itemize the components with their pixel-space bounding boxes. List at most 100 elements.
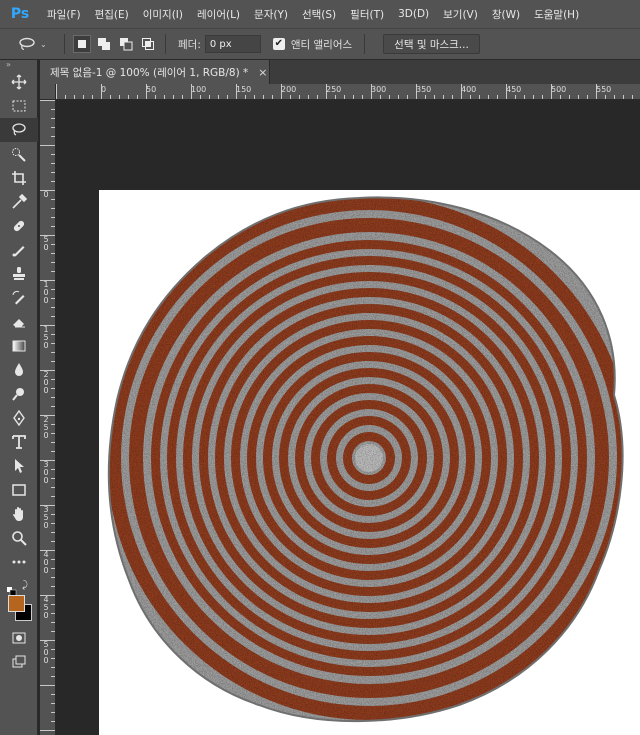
eyedropper-tool[interactable] (0, 190, 38, 214)
intersect-selection-button[interactable] (140, 36, 156, 52)
move-tool[interactable] (0, 70, 38, 94)
ruler-label: 450 (506, 85, 522, 94)
foreground-color-swatch[interactable] (8, 595, 25, 612)
lasso-icon (19, 37, 35, 51)
menu-filter[interactable]: 필터(T) (343, 7, 391, 22)
quick-select-tool[interactable] (0, 142, 38, 166)
menu-view[interactable]: 보기(V) (436, 7, 485, 22)
rectangle-tool[interactable] (0, 478, 38, 502)
ruler-label: 350 (416, 85, 432, 94)
rectangle-icon (12, 484, 26, 496)
new-selection-button[interactable] (73, 35, 91, 53)
ruler-label: 3 5 0 (43, 505, 49, 530)
antialias-checkbox[interactable]: ✔ (272, 38, 285, 50)
close-icon[interactable]: × (258, 66, 267, 79)
screen-mode-icon (12, 655, 26, 668)
menu-layer[interactable]: 레이어(L) (190, 7, 247, 22)
eyedropper-icon (12, 194, 27, 209)
screen-mode-button[interactable] (0, 650, 38, 674)
marquee-icon (12, 100, 26, 112)
ruler-corner[interactable] (40, 84, 56, 100)
antialias-label: 앤티 앨리어스 (290, 38, 353, 51)
menu-select[interactable]: 선택(S) (295, 7, 343, 22)
ruler-label: 3 0 0 (43, 460, 49, 485)
dodge-icon (12, 388, 24, 401)
vertical-ruler[interactable]: 0 5 0 1 0 0 1 5 0 2 0 0 2 5 0 3 0 0 3 5 … (40, 100, 56, 735)
subtract-selection-icon (120, 38, 133, 51)
brush-icon (12, 246, 25, 257)
more-tools-icon (12, 560, 26, 564)
select-and-mask-button[interactable]: 선택 및 마스크... (383, 34, 480, 54)
blur-tool[interactable] (0, 358, 38, 382)
crop-tool[interactable] (0, 166, 38, 190)
clone-stamp-tool[interactable] (0, 262, 38, 286)
ruler-label: 2 0 0 (43, 370, 49, 395)
options-separator (364, 34, 366, 54)
healing-brush-icon (13, 220, 25, 232)
menu-type[interactable]: 문자(Y) (247, 7, 295, 22)
panel-collapse-icon[interactable]: » (0, 60, 37, 70)
chevron-down-icon: ⌄ (40, 39, 47, 49)
healing-brush-tool[interactable] (0, 214, 38, 238)
lasso-icon (12, 123, 26, 136)
subtract-selection-button[interactable] (118, 36, 134, 52)
ruler-label: 0 (43, 190, 49, 199)
ruler-label: 400 (461, 85, 477, 94)
ruler-label: 2 5 0 (43, 415, 49, 440)
feather-input[interactable] (204, 35, 261, 53)
photoshop-logo: Ps (10, 6, 30, 22)
tool-preset-picker[interactable]: ⌄ (18, 32, 58, 56)
path-select-icon (15, 459, 24, 473)
swap-colors-icon[interactable]: ⤸ (22, 580, 28, 591)
quick-mask-icon (12, 632, 26, 644)
history-brush-tool[interactable] (0, 286, 38, 310)
add-selection-icon (98, 38, 110, 50)
crop-icon (12, 171, 26, 185)
add-selection-button[interactable] (96, 36, 112, 52)
marquee-tool[interactable] (0, 94, 38, 118)
ruler-label: 500 (551, 85, 567, 94)
more-tools[interactable] (0, 550, 38, 574)
type-icon (12, 435, 26, 449)
type-tool[interactable] (0, 430, 38, 454)
quick-select-icon (12, 148, 26, 162)
default-colors-icon[interactable] (7, 582, 17, 597)
menu-help[interactable]: 도움말(H) (527, 7, 586, 22)
menu-3d[interactable]: 3D(D) (391, 8, 436, 20)
tools-panel: » ⤸ (0, 60, 38, 735)
document-canvas[interactable] (99, 190, 640, 735)
pen-tool[interactable] (0, 406, 38, 430)
gradient-tool[interactable] (0, 334, 38, 358)
hand-tool[interactable] (0, 502, 38, 526)
hand-icon (13, 507, 23, 521)
ruler-label: 200 (281, 85, 297, 94)
path-select-tool[interactable] (0, 454, 38, 478)
quick-mask-button[interactable] (0, 626, 38, 650)
gradient-icon (12, 340, 26, 352)
brush-tool[interactable] (0, 238, 38, 262)
blur-icon (15, 363, 23, 376)
menu-image[interactable]: 이미지(I) (136, 7, 190, 22)
menu-window[interactable]: 창(W) (485, 7, 527, 22)
document-tab[interactable]: 제목 없음-1 @ 100% (레이어 1, RGB/8) * × (40, 60, 270, 84)
menu-file[interactable]: 파일(F) (40, 7, 88, 22)
ruler-label: 5 0 (43, 235, 49, 252)
new-selection-icon (78, 40, 86, 48)
ruler-label: 300 (371, 85, 387, 94)
menu-edit[interactable]: 편집(E) (88, 7, 136, 22)
ruler-label: 250 (326, 85, 342, 94)
lasso-tool[interactable] (0, 118, 38, 142)
ruler-label: 5 0 0 (43, 640, 49, 665)
zoom-tool[interactable] (0, 526, 38, 550)
checkmark-icon: ✔ (274, 38, 284, 49)
ruler-label: 4 5 0 (43, 595, 49, 620)
ruler-label: 550 (596, 85, 612, 94)
dodge-tool[interactable] (0, 382, 38, 406)
ruler-label: 0 (101, 85, 107, 94)
eraser-tool[interactable] (0, 310, 38, 334)
options-separator (64, 34, 65, 54)
history-brush-icon (12, 290, 25, 305)
horizontal-ruler[interactable]: 0 50 100 150 200 250 300 350 400 450 500… (56, 84, 640, 100)
ring-core (355, 444, 383, 472)
document-tab-title: 제목 없음-1 @ 100% (레이어 1, RGB/8) * (50, 66, 249, 79)
